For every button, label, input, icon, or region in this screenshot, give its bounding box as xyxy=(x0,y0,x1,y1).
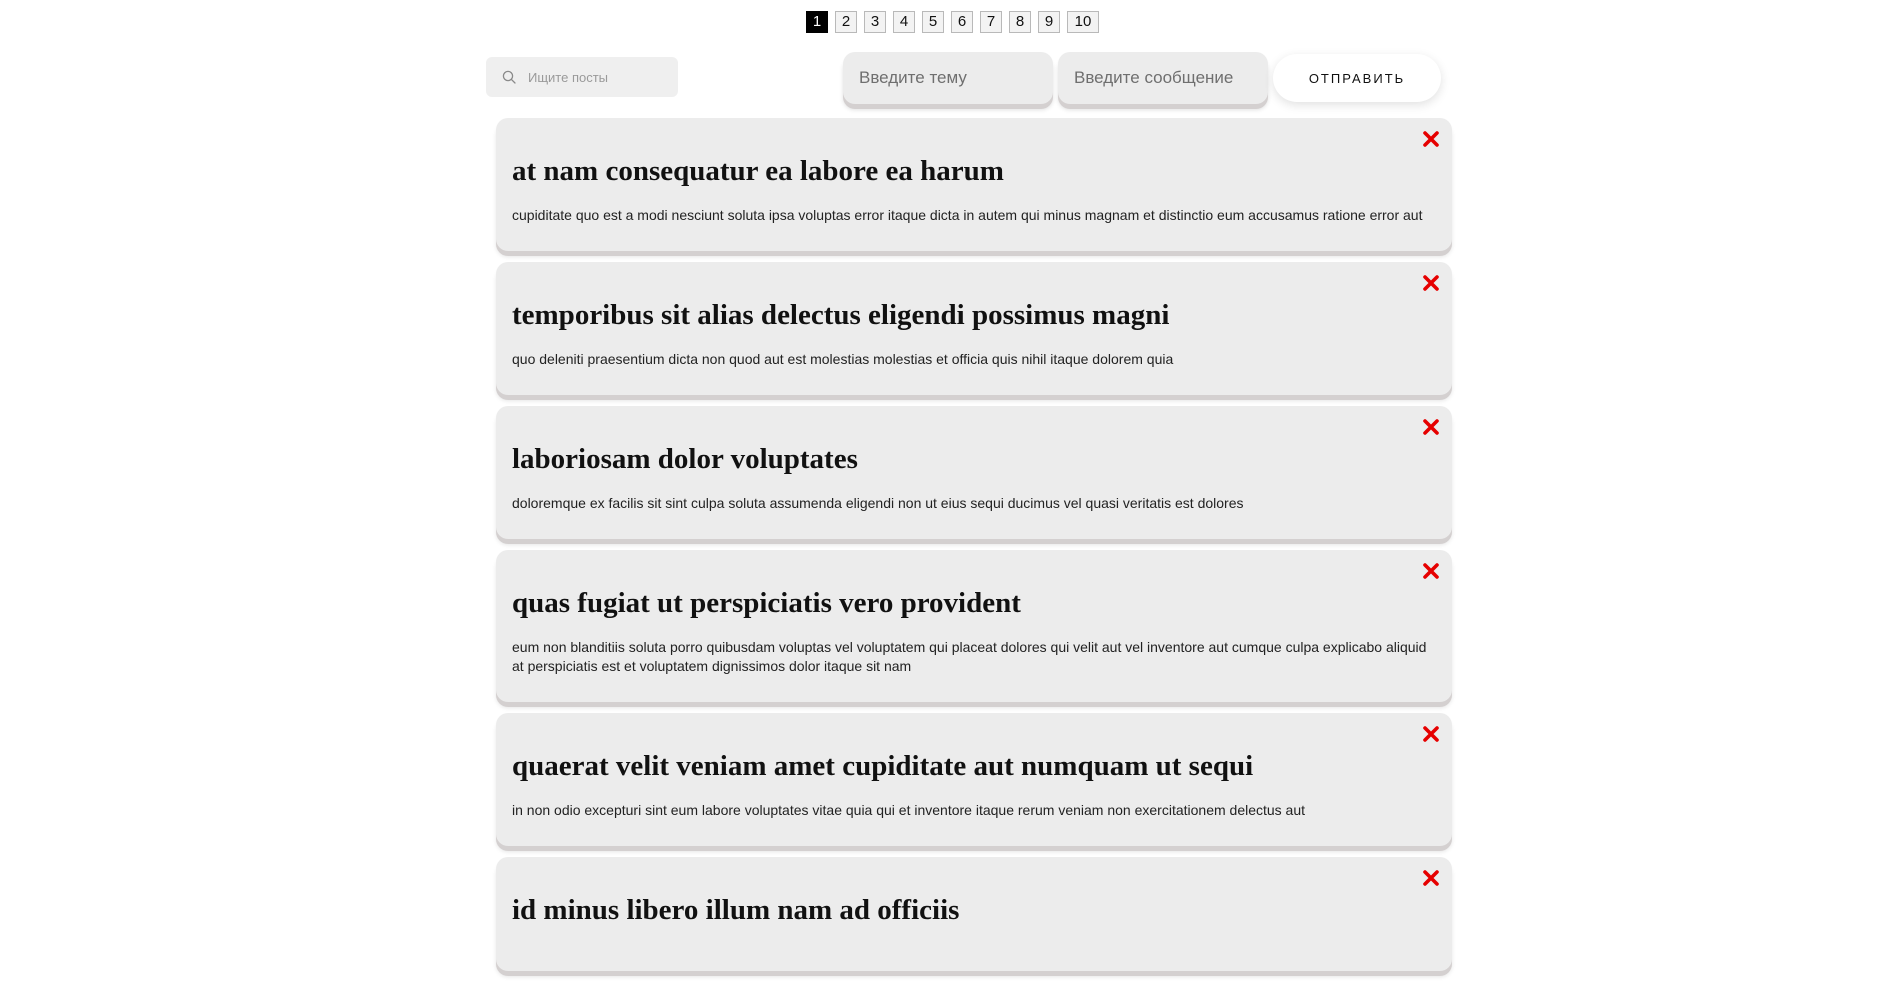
pagination: 1 2 3 4 5 6 7 8 9 10 xyxy=(806,11,1099,33)
message-input[interactable] xyxy=(1058,52,1268,104)
page-button-3[interactable]: 3 xyxy=(864,11,886,33)
post-list: at nam consequatur ea labore ea harum cu… xyxy=(496,118,1452,982)
post-body: cupiditate quo est a modi nesciunt solut… xyxy=(512,207,1423,223)
post-title: id minus libero illum nam ad officiis xyxy=(512,894,960,926)
message-field xyxy=(1058,52,1268,104)
post-body: doloremque ex facilis sit sint culpa sol… xyxy=(512,495,1244,511)
post-card: temporibus sit alias delectus eligendi p… xyxy=(496,262,1452,395)
page-button-5[interactable]: 5 xyxy=(922,11,944,33)
page-button-8[interactable]: 8 xyxy=(1009,11,1031,33)
search-box xyxy=(486,57,678,97)
post-title: temporibus sit alias delectus eligendi p… xyxy=(512,299,1170,331)
close-icon[interactable] xyxy=(1422,130,1440,148)
page-button-6[interactable]: 6 xyxy=(951,11,973,33)
post-title: quas fugiat ut perspiciatis vero provide… xyxy=(512,587,1021,619)
close-icon[interactable] xyxy=(1422,562,1440,580)
post-title: quaerat velit veniam amet cupiditate aut… xyxy=(512,750,1254,782)
search-input[interactable] xyxy=(526,68,670,86)
post-body: eum non blanditiis soluta porro quibusda… xyxy=(512,639,1427,674)
page-button-4[interactable]: 4 xyxy=(893,11,915,33)
post-card: quaerat velit veniam amet cupiditate aut… xyxy=(496,713,1452,846)
close-icon[interactable] xyxy=(1422,418,1440,436)
page-button-1[interactable]: 1 xyxy=(806,11,828,33)
post-body: in non odio excepturi sint eum labore vo… xyxy=(512,802,1306,818)
page-button-7[interactable]: 7 xyxy=(980,11,1002,33)
topic-input[interactable] xyxy=(843,52,1053,104)
post-card: quas fugiat ut perspiciatis vero provide… xyxy=(496,550,1452,702)
page-button-9[interactable]: 9 xyxy=(1038,11,1060,33)
page-button-2[interactable]: 2 xyxy=(835,11,857,33)
close-icon[interactable] xyxy=(1422,725,1440,743)
post-body: quo deleniti praesentium dicta non quod … xyxy=(512,351,1174,367)
send-button[interactable]: ОТПРАВИТЬ xyxy=(1273,54,1441,102)
post-title: laboriosam dolor voluptates xyxy=(512,443,858,475)
post-card: laboriosam dolor voluptates doloremque e… xyxy=(496,406,1452,539)
post-card: id minus libero illum nam ad officiis xyxy=(496,857,1452,971)
search-icon xyxy=(502,70,516,84)
topic-field xyxy=(843,52,1053,104)
post-card: at nam consequatur ea labore ea harum cu… xyxy=(496,118,1452,251)
page-button-10[interactable]: 10 xyxy=(1067,11,1099,33)
post-title: at nam consequatur ea labore ea harum xyxy=(512,155,1004,187)
close-icon[interactable] xyxy=(1422,274,1440,292)
close-icon[interactable] xyxy=(1422,869,1440,887)
